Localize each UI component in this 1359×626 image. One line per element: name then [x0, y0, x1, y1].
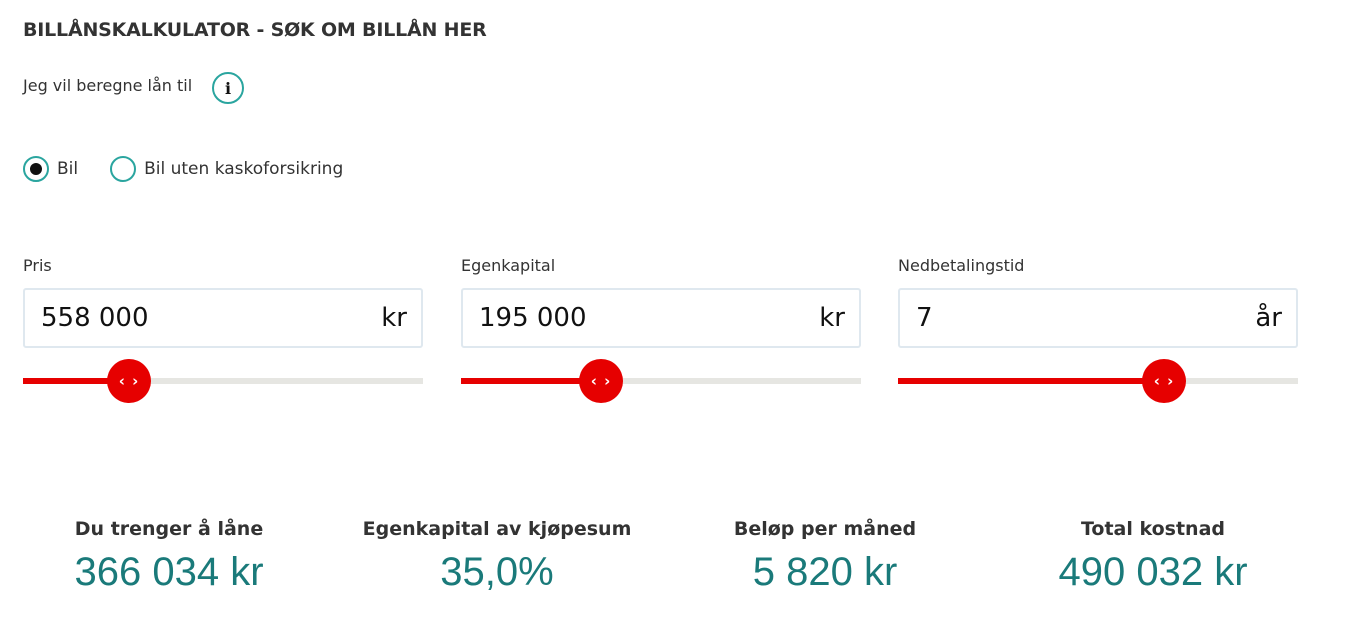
info-icon[interactable]: i — [212, 72, 244, 104]
radio-button-selected[interactable] — [23, 156, 49, 182]
nedbetalingstid-slider[interactable]: ‹ › — [898, 359, 1298, 403]
pris-slider[interactable]: ‹ › — [23, 359, 423, 403]
egenkapital-slider[interactable]: ‹ › — [461, 359, 861, 403]
page-title: BILLÅNSKALKULATOR - SØK OM BILLÅN HER — [23, 19, 487, 41]
result-equity-share: Egenkapital av kjøpesum 35,0% — [337, 518, 657, 595]
radio-dot — [30, 163, 42, 175]
result-value: 490 032 kr — [1058, 550, 1248, 594]
slider-fill — [898, 378, 1164, 384]
nedbetalingstid-input[interactable]: 7 år — [898, 288, 1298, 348]
field-label: Pris — [23, 256, 52, 275]
input-value[interactable]: 558 000 — [41, 303, 149, 333]
radio-button[interactable] — [110, 156, 137, 182]
input-unit: kr — [819, 303, 845, 333]
slider-handle-icon[interactable]: ‹ › — [579, 359, 623, 403]
result-loan-amount: Du trenger å låne 366 034 kr — [9, 518, 329, 595]
field-label: Egenkapital — [461, 256, 556, 275]
radio-label: Bil — [57, 159, 79, 179]
result-label: Egenkapital av kjøpesum — [362, 518, 632, 540]
input-value[interactable]: 7 — [916, 303, 933, 333]
radio-label: Bil uten kaskoforsikring — [144, 159, 344, 179]
slider-handle-icon[interactable]: ‹ › — [1142, 359, 1186, 403]
input-unit: år — [1255, 303, 1282, 333]
slider-handle-icon[interactable]: ‹ › — [107, 359, 151, 403]
field-nedbetalingstid: Nedbetalingstid 7 år ‹ › — [898, 256, 1298, 403]
field-egenkapital: Egenkapital 195 000 kr ‹ › — [461, 256, 861, 403]
field-pris: Pris 558 000 kr ‹ › — [23, 256, 423, 403]
radio-bil-uten-kasko[interactable]: Bil uten kaskoforsikring — [110, 156, 343, 182]
input-unit: kr — [381, 303, 407, 333]
loan-type-radio-group: Bil Bil uten kaskoforsikring — [23, 156, 375, 182]
lead-text: Jeg vil beregne lån til — [23, 76, 193, 95]
result-value: 5 820 kr — [752, 550, 898, 594]
result-monthly-amount: Beløp per måned 5 820 kr — [665, 518, 985, 595]
result-total-cost: Total kostnad 490 032 kr — [993, 518, 1313, 595]
field-label: Nedbetalingstid — [898, 256, 1025, 275]
result-value: 35,0% — [440, 550, 554, 594]
result-label: Total kostnad — [1080, 518, 1226, 540]
result-label: Beløp per måned — [733, 518, 917, 540]
radio-bil[interactable]: Bil — [23, 156, 78, 182]
egenkapital-input[interactable]: 195 000 kr — [461, 288, 861, 348]
result-value: 366 034 kr — [74, 550, 264, 594]
pris-input[interactable]: 558 000 kr — [23, 288, 423, 348]
result-label: Du trenger å låne — [74, 518, 264, 540]
input-value[interactable]: 195 000 — [479, 303, 587, 333]
